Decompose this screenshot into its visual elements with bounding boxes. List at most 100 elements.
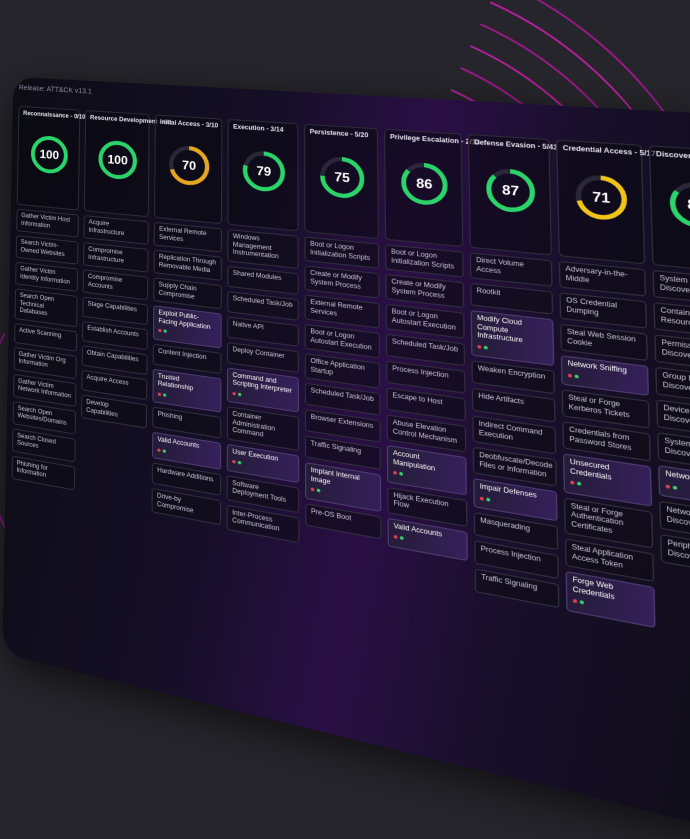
technique-cell[interactable]: Implant Internal Image (305, 462, 381, 511)
technique-label: Shared Modules (233, 270, 282, 282)
tactic-header[interactable]: Discovery - 5/3285 (649, 145, 690, 274)
technique-cell[interactable]: External Remote Services (154, 222, 222, 253)
technique-cell[interactable]: Develop Capabilities (81, 394, 147, 428)
technique-label: Gather Victim Host Information (21, 213, 70, 229)
technique-cell[interactable]: Trusted Relationship (152, 368, 221, 413)
technique-cell[interactable]: Search Open Technical Databases (15, 288, 78, 327)
technique-cell[interactable]: Boot or Logon Initialization Scripts (385, 244, 464, 277)
technique-cell[interactable]: Scheduled Task/Job (227, 290, 299, 320)
technique-cell[interactable]: Peripheral Device Discovery (660, 534, 690, 579)
technique-cell[interactable]: System Owner/User Discovery (652, 270, 690, 307)
technique-cell[interactable]: Shared Modules (227, 265, 299, 294)
technique-label: Scheduled Task/Job (392, 339, 458, 354)
technique-label: Deploy Container (233, 346, 285, 359)
technique-label: Permission Groups Discovery (661, 340, 690, 361)
status-dots-icon (480, 495, 551, 516)
technique-label: Steal Application Access Token (572, 544, 634, 569)
technique-cell[interactable]: Steal Web Session Cookie (560, 324, 648, 361)
technique-cell[interactable]: Deploy Container (227, 341, 299, 372)
technique-cell[interactable]: Boot or Logon Autostart Execution (386, 304, 465, 339)
technique-cell[interactable]: Acquire Infrastructure (83, 215, 148, 245)
technique-cell[interactable]: Native API (227, 316, 299, 347)
status-dots-icon (158, 391, 216, 408)
technique-label: Indirect Command Execution (479, 421, 543, 442)
technique-cell[interactable]: Boot or Logon Autostart Execution (305, 324, 380, 359)
technique-label: Gather Victim Org Information (19, 351, 66, 369)
technique-cell[interactable]: Replication Through Removable Media (154, 250, 222, 281)
status-dots-icon (394, 534, 462, 555)
technique-label: Container Administration Command (232, 411, 275, 439)
tactic-header[interactable]: Reconnaissance - 0/10 100 (17, 106, 81, 211)
technique-cell[interactable]: Gather Victim Identity Information (15, 262, 78, 292)
technique-label: Boot or Logon Autostart Execution (310, 329, 371, 352)
technique-cell[interactable]: Unsecured Credentials (563, 453, 652, 506)
tactic-columns: Reconnaissance - 0/10 100 Gather Victim Ho… (11, 106, 690, 647)
technique-label: Traffic Signaling (481, 574, 537, 592)
technique-label: System Owner/User Discovery (659, 275, 690, 295)
technique-label: Pre-OS Boot (311, 508, 351, 522)
technique-label: Process Injection (481, 546, 541, 564)
technique-cell[interactable]: Rootkit (470, 283, 553, 315)
technique-label: Hardware Additions (157, 467, 213, 483)
tactic-header[interactable]: Initial Access - 3/10 70 (154, 114, 222, 224)
technique-label: Trusted Relationship (158, 373, 193, 392)
technique-label: Escape to Host (392, 393, 442, 407)
tactic-column: Initial Access - 3/10 70 External Remote S… (151, 114, 222, 543)
technique-label: Drive-by Compromise (157, 493, 194, 514)
technique-cell[interactable]: Account Manipulation (387, 445, 467, 495)
technique-label: Deobfuscate/Decode Files or Information (479, 452, 553, 478)
technique-cell[interactable]: Boot or Logon Initialization Scripts (304, 236, 379, 268)
technique-cell[interactable]: Search Victim-Owned Websites (16, 235, 79, 265)
technique-cell[interactable]: Gather Victim Org Information (14, 346, 77, 378)
technique-label: External Remote Services (310, 299, 362, 317)
status-dots-icon (477, 343, 547, 360)
tactic-header[interactable]: Resource Development - 0/8 100 (84, 110, 150, 217)
technique-label: Network Share Discovery (666, 507, 690, 530)
release-label: Release: ATT&CK v13.1 (19, 85, 92, 96)
technique-cell[interactable]: External Remote Services (305, 294, 380, 328)
score-value: 87 (470, 180, 552, 202)
technique-cell[interactable]: Supply Chain Compromise (153, 277, 221, 309)
tactic-header[interactable]: Privilege Escalation - 2/14 86 (384, 129, 463, 247)
technique-cell[interactable]: Direct Volume Access (470, 252, 553, 287)
technique-cell[interactable]: Stage Capabilities (82, 297, 148, 326)
technique-label: Boot or Logon Initialization Scripts (310, 241, 370, 262)
tactic-header[interactable]: Defense Evasion - 5/43 87 (468, 134, 552, 256)
technique-cell[interactable]: Exploit Public-Facing Application (153, 305, 222, 348)
technique-label: Boot or Logon Autostart Execution (392, 309, 456, 332)
tactic-title: Discovery - 5/32 (656, 151, 690, 162)
status-dots-icon (157, 447, 215, 465)
technique-cell[interactable]: Create or Modify System Process (385, 274, 464, 308)
technique-cell[interactable]: Modify Cloud Compute Infrastructure (471, 310, 555, 366)
technique-label: Unsecured Credentials (570, 459, 612, 482)
technique-cell[interactable]: Gather Victim Network Information (13, 373, 76, 406)
tactic-title: Privilege Escalation - 2/14 (390, 134, 480, 146)
tactic-header[interactable]: Persistence - 5/20 75 (304, 124, 379, 239)
technique-label: Compromise Accounts (88, 274, 123, 291)
technique-cell[interactable]: Adversary-in-the-Middle (559, 261, 646, 297)
technique-cell[interactable]: Gather Victim Host Information (16, 209, 79, 238)
technique-cell[interactable]: Content Injection (153, 343, 222, 374)
technique-label: Hide Artifacts (478, 393, 524, 406)
technique-cell[interactable]: Active Scanning (14, 322, 77, 351)
technique-cell[interactable]: Windows Management Instrumentation (227, 229, 298, 269)
technique-cell[interactable]: Command and Scripting Interpreter (227, 367, 299, 413)
technique-label: Steal or Forge Authentication Certificat… (571, 503, 624, 535)
status-dots-icon (570, 479, 645, 500)
technique-label: Gather Victim Identity Information (20, 266, 70, 285)
score-value: 100 (85, 151, 150, 170)
technique-cell[interactable]: Container Administration Command (227, 406, 299, 451)
technique-cell[interactable]: OS Credential Dumping (559, 292, 647, 329)
technique-cell[interactable]: Compromise Accounts (83, 269, 149, 300)
tactic-header[interactable]: Credential Access - 5/17 71 (556, 139, 645, 264)
technique-cell[interactable]: Compromise Infrastructure (83, 242, 148, 272)
technique-label: Account Manipulation (393, 450, 435, 472)
technique-label: Develop Capabilities (86, 399, 118, 418)
technique-cell[interactable]: Network Sniffing (561, 355, 649, 396)
technique-cell[interactable]: Create or Modify System Process (304, 265, 379, 298)
technique-label: Search Closed Sources (17, 433, 56, 450)
tactic-column: Discovery - 5/3285System Owner/User Disc… (649, 145, 690, 647)
score-value: 100 (18, 146, 80, 165)
tactic-header[interactable]: Execution - 3/14 79 (227, 119, 298, 232)
technique-label: Supply Chain Compromise (159, 282, 197, 300)
